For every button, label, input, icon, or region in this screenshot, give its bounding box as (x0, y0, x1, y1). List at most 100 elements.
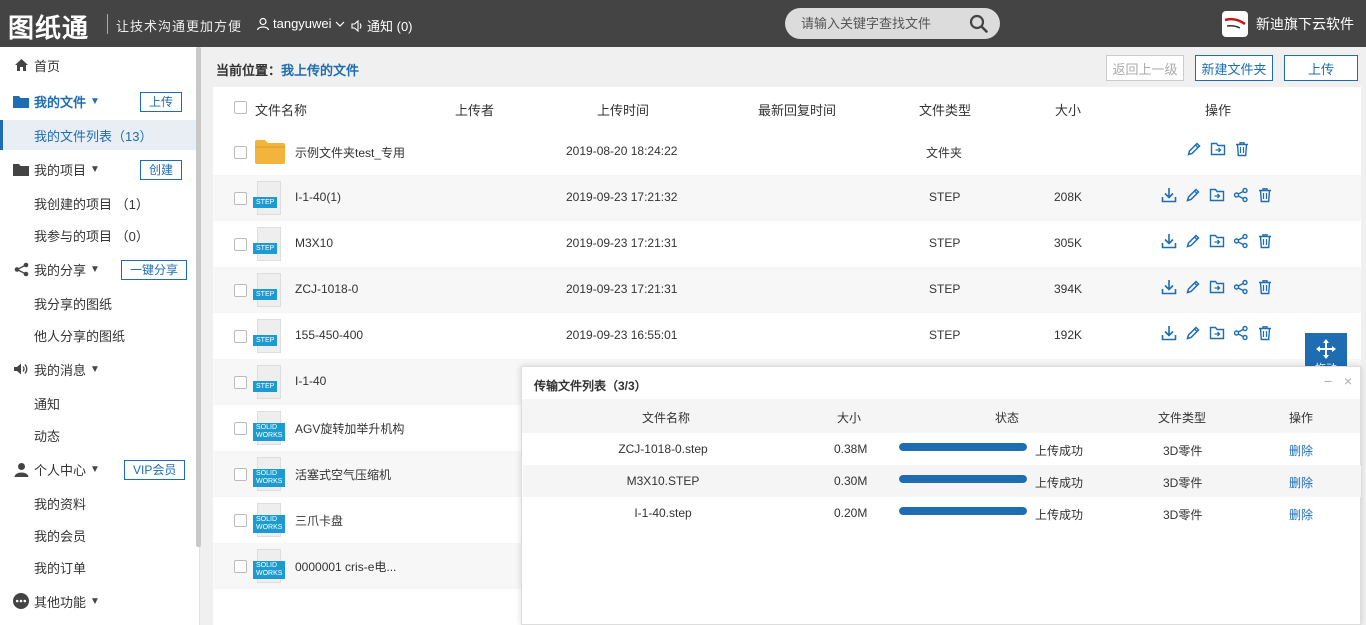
download-icon[interactable] (1161, 187, 1177, 203)
sidebar-item-my-profile[interactable]: 我的资料 (0, 488, 196, 518)
delete-link[interactable]: 删除 (1289, 506, 1313, 523)
user-menu[interactable]: tangyuwei (256, 16, 345, 31)
breadcrumb-current[interactable]: 我上传的文件 (281, 63, 359, 78)
sidebar-item-my-messages[interactable]: 我的消息 ▼ (0, 354, 196, 384)
trash-icon[interactable] (1257, 279, 1273, 295)
download-icon[interactable] (1161, 279, 1177, 295)
file-name[interactable]: ZCJ-1018-0 (295, 282, 358, 296)
move-to-folder-icon[interactable] (1209, 325, 1225, 341)
file-name[interactable]: 155-450-400 (295, 328, 363, 342)
upload-button[interactable]: 上传 (1284, 55, 1358, 81)
transfer-row: ZCJ-1018-0.step 0.38M 上传成功 3D零件 删除 (523, 433, 1361, 465)
sidebar-item-my-membership[interactable]: 我的会员 (0, 520, 196, 550)
create-project-button[interactable]: 创建 (140, 160, 183, 180)
sidebar-item-shared-by-me[interactable]: 我分享的图纸 (0, 288, 196, 318)
row-checkbox[interactable] (234, 514, 247, 527)
notice-link[interactable]: 通知 (0) (350, 16, 413, 35)
table-row[interactable]: STEP 155-450-400 2019-09-23 16:55:01 STEP 19… (213, 313, 1361, 359)
trash-icon[interactable] (1234, 141, 1250, 157)
edit-icon[interactable] (1185, 325, 1201, 341)
vip-button[interactable]: VIP会员 (124, 460, 186, 480)
header-size[interactable]: 大小 (1055, 100, 1081, 119)
file-name[interactable]: AGV旋转加举升机构 (295, 420, 404, 437)
header-uploader[interactable]: 上传者 (455, 100, 494, 119)
row-checkbox[interactable] (234, 284, 247, 297)
share-icon[interactable] (1233, 325, 1249, 341)
row-checkbox[interactable] (234, 146, 247, 159)
sidebar-item-my-orders[interactable]: 我的订单 (0, 552, 196, 582)
new-folder-button[interactable]: 新建文件夹 (1195, 55, 1273, 81)
slogan: 让技术沟通更加方便 (116, 20, 243, 35)
file-size: 208K (1054, 190, 1083, 204)
trash-icon[interactable] (1257, 187, 1273, 203)
sidebar-item-notice[interactable]: 通知 (0, 388, 196, 418)
back-button[interactable]: 返回上一级 (1106, 55, 1184, 81)
header-type[interactable]: 文件类型 (919, 100, 971, 119)
sidebar-item-created-projects[interactable]: 我创建的项目 （1） (0, 188, 196, 218)
file-name[interactable]: M3X10 (295, 236, 333, 250)
edit-icon[interactable] (1186, 141, 1202, 157)
table-row[interactable]: STEP ZCJ-1018-0 2019-09-23 17:21:31 STEP 394… (213, 267, 1361, 313)
delete-link[interactable]: 删除 (1289, 442, 1313, 459)
file-name[interactable]: I-1-40 (295, 374, 326, 388)
edit-icon[interactable] (1185, 279, 1201, 295)
sidebar-scrollbar[interactable] (196, 47, 201, 547)
quick-share-button[interactable]: 一键分享 (121, 260, 188, 280)
delete-link[interactable]: 删除 (1289, 474, 1313, 491)
minimize-icon[interactable]: − (1324, 373, 1332, 389)
step-file-icon: STEP (253, 227, 281, 261)
row-checkbox[interactable] (234, 422, 247, 435)
table-row[interactable]: STEP M3X10 2019-09-23 17:21:31 STEP 305K (213, 221, 1361, 267)
row-actions (1161, 187, 1273, 203)
app-logo[interactable]: 图纸通 (8, 8, 89, 45)
row-checkbox[interactable] (234, 192, 247, 205)
file-name[interactable]: 活塞式空气压缩机 (295, 466, 391, 483)
file-name[interactable]: I-1-40(1) (295, 190, 341, 204)
sidebar-item-my-files-list[interactable]: 我的文件列表（13） (0, 120, 196, 150)
download-icon[interactable] (1161, 233, 1177, 249)
row-checkbox[interactable] (234, 560, 247, 573)
sidebar-item-other[interactable]: 其他功能 ▼ (0, 586, 196, 616)
file-name[interactable]: 示例文件夹test_专用 (295, 144, 405, 161)
header-name[interactable]: 文件名称 (255, 100, 307, 119)
search-input[interactable] (801, 16, 961, 31)
username: tangyuwei (273, 16, 332, 31)
edit-icon[interactable] (1185, 233, 1201, 249)
move-to-folder-icon[interactable] (1209, 279, 1225, 295)
brand-link[interactable]: 新迪旗下云软件 (1222, 11, 1354, 37)
header-last-reply[interactable]: 最新回复时间 (758, 100, 836, 119)
sidebar-item-activity[interactable]: 动态 (0, 420, 196, 450)
search-icon[interactable] (969, 14, 988, 33)
edit-icon[interactable] (1185, 187, 1201, 203)
move-to-folder-icon[interactable] (1209, 187, 1225, 203)
share-icon[interactable] (1233, 233, 1249, 249)
row-checkbox[interactable] (234, 238, 247, 251)
top-bar: 图纸通 让技术沟通更加方便 tangyuwei 通知 (0) 新迪旗下云软件 (0, 0, 1366, 47)
step-file-icon: STEP (253, 365, 281, 399)
move-to-folder-icon[interactable] (1210, 141, 1226, 157)
header-upload-time[interactable]: 上传时间 (597, 100, 649, 119)
close-icon[interactable]: × (1344, 373, 1352, 389)
sidebar-item-home[interactable]: 首页 (0, 50, 196, 80)
row-checkbox[interactable] (234, 376, 247, 389)
share-icon[interactable] (1233, 187, 1249, 203)
table-row[interactable]: STEP I-1-40(1) 2019-09-23 17:21:32 STEP 208K (213, 175, 1361, 221)
file-name[interactable]: 0000001 cris-e电... (295, 558, 396, 575)
folder-icon (255, 140, 285, 164)
table-row[interactable]: 示例文件夹test_专用 2019-08-20 18:24:22 文件夹 (213, 129, 1361, 175)
sidebar-item-shared-by-others[interactable]: 他人分享的图纸 (0, 320, 196, 350)
file-name[interactable]: 三爪卡盘 (295, 512, 343, 529)
trash-icon[interactable] (1257, 325, 1273, 341)
sidebar-label: 我参与的项目 （0） (34, 228, 149, 244)
trash-icon[interactable] (1257, 233, 1273, 249)
select-all-checkbox[interactable] (234, 101, 247, 114)
move-to-folder-icon[interactable] (1209, 233, 1225, 249)
sidebar-item-joined-projects[interactable]: 我参与的项目 （0） (0, 220, 196, 250)
progress-fill (899, 475, 1027, 483)
download-icon[interactable] (1161, 325, 1177, 341)
drag-handle-button[interactable]: 拖动 (1305, 333, 1347, 367)
sidebar-upload-button[interactable]: 上传 (140, 92, 183, 112)
row-checkbox[interactable] (234, 468, 247, 481)
share-icon[interactable] (1233, 279, 1249, 295)
row-checkbox[interactable] (234, 330, 247, 343)
